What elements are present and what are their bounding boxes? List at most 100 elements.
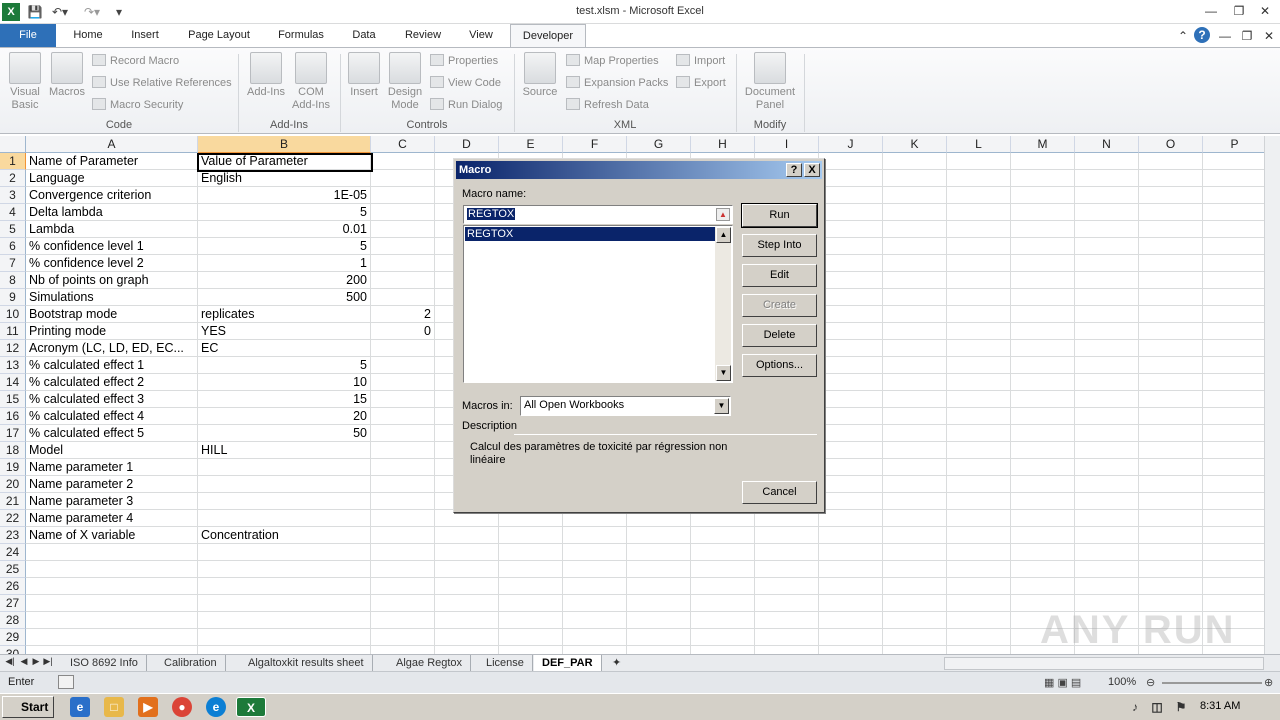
cell[interactable] [819,238,883,255]
cell[interactable] [947,238,1011,255]
cell[interactable] [755,629,819,646]
cell[interactable] [947,595,1011,612]
cell[interactable] [563,561,627,578]
cell[interactable] [947,255,1011,272]
cell[interactable] [819,391,883,408]
cell[interactable] [435,544,499,561]
cell[interactable] [883,153,947,170]
tab-formulas[interactable]: Formulas [268,24,334,47]
list-scrollbar[interactable]: ▲ ▼ [715,227,731,381]
excel-taskbar-icon[interactable]: X [236,697,266,717]
cell-c[interactable] [371,629,435,646]
relative-references-button[interactable]: Use Relative References [92,74,232,92]
cell[interactable] [883,544,947,561]
cell-b[interactable] [198,612,371,629]
cell[interactable] [1139,374,1203,391]
last-sheet-icon[interactable]: ▶| [42,656,54,667]
cell[interactable] [691,527,755,544]
column-header[interactable]: K [883,136,947,153]
sheet-tab-iso-8692-info[interactable]: ISO 8692 Info [62,655,147,671]
column-header[interactable]: O [1139,136,1203,153]
cell[interactable] [563,612,627,629]
cell-a[interactable]: Model [26,442,198,459]
cell[interactable] [819,442,883,459]
cell-a[interactable]: % calculated effect 1 [26,357,198,374]
cell-c[interactable] [371,527,435,544]
cell[interactable] [1011,153,1075,170]
cell-a[interactable]: Printing mode [26,323,198,340]
cell[interactable] [883,187,947,204]
cell-c[interactable] [371,272,435,289]
cell[interactable] [947,510,1011,527]
cell-b[interactable]: Concentration [198,527,371,544]
volume-icon[interactable]: ♪ [1128,697,1142,717]
cell[interactable] [947,544,1011,561]
row-header[interactable]: 9 [0,289,26,306]
cell[interactable] [947,272,1011,289]
cell[interactable] [819,221,883,238]
cell[interactable] [1203,340,1264,357]
cell-a[interactable]: Name parameter 2 [26,476,198,493]
edge-icon[interactable]: e [206,697,226,717]
cell[interactable] [1075,561,1139,578]
cell[interactable] [499,578,563,595]
cell-b[interactable] [198,561,371,578]
cell-c[interactable] [371,340,435,357]
cell-c[interactable] [371,544,435,561]
cell[interactable] [819,408,883,425]
tab-page-layout[interactable]: Page Layout [176,24,262,47]
cell[interactable] [819,561,883,578]
cell-b[interactable] [198,578,371,595]
next-sheet-icon[interactable]: ▶ [30,656,42,667]
tab-home[interactable]: Home [62,24,114,47]
cell[interactable] [1203,578,1264,595]
cell[interactable] [1203,289,1264,306]
cell[interactable] [947,357,1011,374]
cell[interactable] [1203,476,1264,493]
cell[interactable] [1075,578,1139,595]
cell[interactable] [691,578,755,595]
cell[interactable] [1075,238,1139,255]
cell-b[interactable]: 5 [198,204,371,221]
cell[interactable] [435,595,499,612]
cell[interactable] [1139,272,1203,289]
column-header[interactable]: C [371,136,435,153]
cell-c[interactable] [371,187,435,204]
minimize-ribbon-icon[interactable]: ⌃ [1172,27,1194,45]
cell[interactable] [1139,204,1203,221]
row-header[interactable]: 17 [0,425,26,442]
cell-b[interactable]: 200 [198,272,371,289]
scroll-up-icon[interactable]: ▲ [716,227,731,243]
cell[interactable] [883,391,947,408]
row-header[interactable]: 16 [0,408,26,425]
row-header[interactable]: 13 [0,357,26,374]
cell[interactable] [819,459,883,476]
ie-icon[interactable]: e [70,697,90,717]
insert-sheet-icon[interactable]: ✦ [604,655,629,671]
cell[interactable] [947,153,1011,170]
row-header[interactable]: 28 [0,612,26,629]
tab-data[interactable]: Data [340,24,388,47]
cell-a[interactable]: Simulations [26,289,198,306]
cell[interactable] [1203,442,1264,459]
cell-a[interactable]: % calculated effect 4 [26,408,198,425]
cell[interactable] [947,391,1011,408]
row-header[interactable]: 10 [0,306,26,323]
visual-basic-button[interactable]: Visual Basic [4,52,46,112]
tab-review[interactable]: Review [394,24,452,47]
cell-a[interactable] [26,595,198,612]
cell[interactable] [1075,374,1139,391]
cell[interactable] [499,527,563,544]
cell-c[interactable] [371,170,435,187]
row-header[interactable]: 22 [0,510,26,527]
cell-c[interactable] [371,595,435,612]
cell[interactable] [563,646,627,654]
cell[interactable] [1075,391,1139,408]
cell[interactable] [883,476,947,493]
row-header[interactable]: 14 [0,374,26,391]
addins-button[interactable]: Add-Ins [244,52,288,99]
cell[interactable] [627,578,691,595]
restore-icon[interactable]: ❐ [1228,2,1250,20]
cell[interactable] [691,561,755,578]
cell[interactable] [947,408,1011,425]
